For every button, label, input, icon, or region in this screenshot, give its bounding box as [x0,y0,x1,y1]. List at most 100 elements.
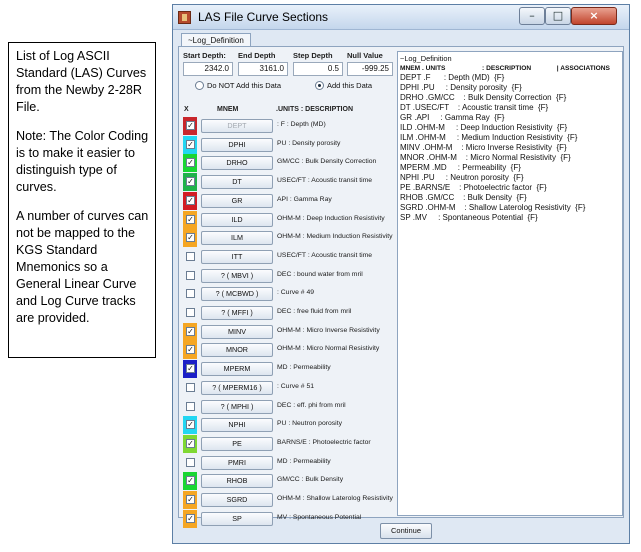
curve-color-swatch [183,267,197,285]
curve-checkbox[interactable]: ✓ [186,513,195,523]
curve-color-swatch [183,454,197,472]
curve-mnemonic-button[interactable]: PMRI [201,455,273,470]
radio-add[interactable]: Add this Data [315,81,395,93]
curve-checkbox[interactable]: ✓ [186,158,195,168]
curve-mnemonic-button[interactable]: DEPT [201,119,273,133]
null-value-input[interactable]: -999.25 [347,62,393,76]
textarea-line: DT .USEC/FT : Acoustic transit time {F} [400,102,549,112]
curve-checkbox[interactable]: ✓ [186,364,195,374]
curve-checkbox[interactable]: ✓ [186,438,195,448]
curve-mnemonic-button[interactable]: SGRD [201,493,273,507]
curve-mnemonic-button[interactable]: NPHI [201,418,273,433]
curve-description: GM/CC : Bulk Density Correction [277,158,377,166]
curve-row: ✓ DEPT: F : Depth (MD) [183,117,395,136]
tab-log-definition[interactable]: ~Log_Definition [181,33,251,47]
curve-checkbox[interactable]: ✓ [186,233,195,243]
title-bar[interactable]: LAS File Curve Sections – □ × [173,5,629,30]
curve-mnemonic-button[interactable]: MPERM [201,362,273,377]
minimize-button[interactable]: – [519,7,545,25]
curve-color-swatch: ✓ [183,210,197,229]
maximize-button[interactable]: □ [545,7,571,25]
radio-add-circle[interactable] [315,81,324,90]
curve-mnemonic-button[interactable]: MNOR [201,343,273,358]
curve-mnemonic-button[interactable]: DPHI [201,137,273,152]
curve-checkbox[interactable]: ✓ [186,345,195,355]
curve-mnemonic-button[interactable]: DRHO [201,156,273,171]
curve-mnemonic-button[interactable]: GR [201,193,273,208]
step-depth-input[interactable]: 0.5 [293,62,343,76]
curve-row: ? ( MCBWD ): Curve # 49 [183,285,395,304]
curve-checkbox[interactable]: ✓ [186,195,195,205]
curve-checkbox[interactable]: ✓ [186,326,195,336]
curve-checkbox[interactable] [186,457,195,467]
log-definition-textarea[interactable]: ~Log_Definition MNEM . UNITS : DESCRIPTI… [397,51,623,516]
curve-row: ✓ ILD OHM-M : Deep Induction Resistivity [183,210,395,230]
curve-mnemonic-button[interactable]: DT [201,175,273,190]
curve-row: ITT USEC/FT : Acoustic transit time [183,248,395,267]
curve-description: OHM-M : Deep Induction Resistivity [277,214,385,222]
curve-checkbox[interactable] [186,382,195,392]
continue-button[interactable]: Continue [380,523,432,539]
curve-description: BARNS/E : Photoelectric factor [277,438,371,446]
textarea-line: DEPT .F : Depth (MD) {F} [400,72,505,82]
curve-checkbox[interactable]: ✓ [186,139,195,149]
curve-checkbox[interactable] [186,289,195,299]
textarea-line: ILD .OHM-M : Deep Induction Resistivity … [400,122,568,132]
curve-mnemonic-button[interactable]: ? ( MFFI ) [201,306,273,320]
curve-checkbox[interactable] [186,401,195,411]
radio-do-not-add[interactable]: Do NOT Add this Data [195,81,285,93]
curve-row: ? ( MPERM16 ) : Curve # 51 [183,379,395,398]
curve-checkbox[interactable] [186,251,195,261]
curve-checkbox[interactable]: ✓ [186,420,195,430]
curve-description: : Curve # 51 [277,382,315,390]
curve-checkbox[interactable] [186,308,195,317]
curve-checkbox[interactable]: ✓ [186,495,195,504]
curve-color-swatch: ✓ [183,154,197,173]
radio-do-not-add-circle[interactable] [195,81,204,90]
curve-description: MD : Permeability [277,364,331,372]
textarea-line: ILM .OHM-M : Medium Induction Resistivit… [400,132,578,142]
curve-mnemonic-button[interactable]: ? ( MPERM16 ) [201,380,273,395]
curve-checkbox[interactable] [186,270,195,280]
curve-row: ✓ RHOB GM/CC : Bulk Density [183,472,395,491]
end-depth-input[interactable]: 3161.0 [238,62,288,76]
curve-mnemonic-button[interactable]: ? ( MCBWD ) [201,287,273,302]
start-depth-input[interactable]: 2342.0 [183,62,233,76]
curve-description: MD : Permeability [277,457,331,465]
curve-row: ✓ NPHI PU : Neutron porosity [183,416,395,435]
curve-checkbox[interactable]: ✓ [186,214,195,224]
curve-list: ✓ DEPT: F : Depth (MD) ✓ DPHI PU : Density p… [183,117,395,528]
curve-mnemonic-button[interactable]: MINV [201,324,273,339]
curve-mnemonic-button[interactable]: ITT [201,249,273,264]
close-button[interactable]: × [571,7,617,25]
curve-color-swatch: ✓ [183,491,197,509]
curve-description: OHM-M : Medium Induction Resistivity [277,233,393,241]
step-depth-field: Step Depth 0.5 [293,51,345,77]
curve-mnemonic-button[interactable]: ILD [201,212,273,227]
curve-description: PU : Neutron porosity [277,420,342,428]
textarea-line: MPERM .MD : Permeability {F} [400,162,521,172]
curve-color-swatch: ✓ [183,416,197,435]
curve-mnemonic-button[interactable]: ? ( MPHI ) [201,399,273,414]
curve-color-swatch: ✓ [183,322,197,341]
curve-color-swatch: ✓ [183,472,197,491]
curve-checkbox[interactable]: ✓ [186,121,195,130]
curve-mnemonic-button[interactable]: SP [201,511,273,526]
curve-color-swatch: ✓ [183,509,197,528]
curve-checkbox[interactable]: ✓ [186,476,195,486]
curve-color-swatch: ✓ [183,434,197,453]
end-depth-field: End Depth 3161.0 [238,51,290,77]
curve-mnemonic-button[interactable]: RHOB [201,474,273,489]
curve-mnemonic-button[interactable]: PE [201,436,273,451]
curve-row: ✓ DPHI PU : Density porosity [183,135,395,155]
curve-mnemonic-button[interactable]: ? ( MBVI ) [201,268,273,283]
textarea-line: GR .API : Gamma Ray {F} [400,112,505,122]
curve-row: ✓ DRHO GM/CC : Bulk Density Correction [183,154,395,173]
curve-checkbox[interactable]: ✓ [186,177,195,187]
curve-color-swatch [183,304,197,322]
column-header-units-description: .UNITS : DESCRIPTION [276,106,354,113]
curve-row: ✓ MNOR OHM-M : Micro Normal Resistivity [183,341,395,360]
note-paragraph-2: Note: The Color Coding is to make it eas… [16,129,149,194]
curve-mnemonic-button[interactable]: ILM [201,231,273,246]
radio-add-label: Add this Data [327,81,373,90]
